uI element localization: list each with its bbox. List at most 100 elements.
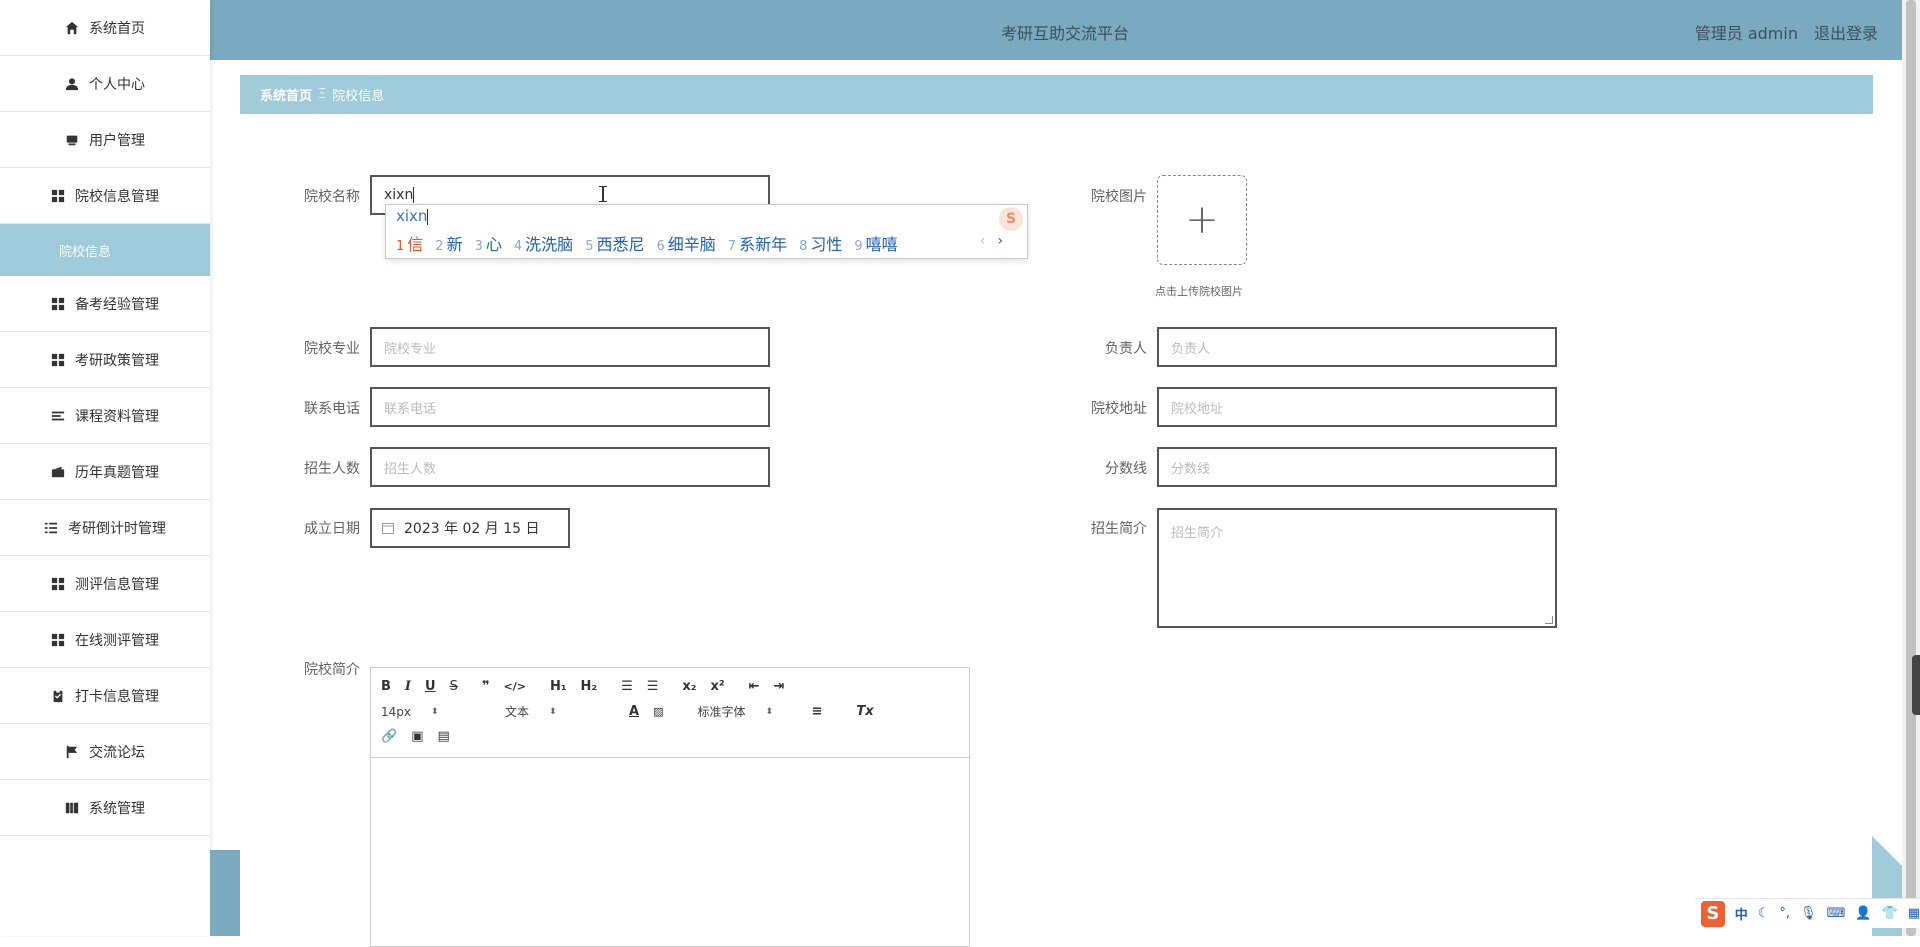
ime-candidate[interactable]: 7 系新年	[728, 231, 787, 255]
sidebar-item-system[interactable]: 系统管理	[0, 780, 210, 836]
chevron-right-icon[interactable]: ›	[997, 233, 1003, 249]
school-name-value: xixn	[384, 187, 414, 203]
intro-placeholder: 招生简介	[1171, 526, 1224, 541]
clear-format-icon[interactable]: Tx	[856, 704, 873, 719]
address-input[interactable]: 院校地址	[1157, 387, 1557, 427]
sidebar-item-profile[interactable]: 个人中心	[0, 56, 210, 112]
breadcrumb: 系统首页 Ξ 院校信息	[240, 75, 1873, 114]
score-label: 分数线	[1105, 461, 1147, 477]
heading1-icon[interactable]: H₁	[550, 679, 567, 694]
superscript-icon[interactable]: x²	[711, 679, 725, 694]
code-icon[interactable]: </>	[503, 680, 525, 693]
image-icon[interactable]: ▣	[411, 729, 423, 744]
major-input[interactable]: 院校专业	[370, 327, 770, 367]
flag-icon	[66, 745, 78, 758]
indent-icon[interactable]: ⇥	[774, 679, 785, 694]
ime-candidate[interactable]: 8 习性	[799, 231, 842, 255]
score-input[interactable]: 分数线	[1157, 447, 1557, 487]
breadcrumb-home[interactable]: 系统首页	[260, 85, 312, 104]
rich-text-editor: B I U S ❞ </> H₁ H₂ ☰ ☰ x₂ x² ⇤ ⇥ 14px ⬍ …	[370, 667, 970, 947]
list-icon	[51, 411, 65, 420]
manager-label: 负责人	[1105, 341, 1147, 357]
sidebar-item-home[interactable]: 系统首页	[0, 0, 210, 56]
chevron-left-icon[interactable]: ‹	[980, 233, 986, 249]
scrollbar-handle[interactable]	[1912, 655, 1920, 715]
ime-candidate-popup: xixn S 1信 2新 3心 4 洗洗脑 5 西悉尼 6 细辛脑 7 系新年 8 习性 …	[385, 204, 1028, 259]
outdent-icon[interactable]: ⇤	[749, 679, 760, 694]
intro-textarea[interactable]: 招生简介	[1157, 508, 1557, 628]
subscript-icon[interactable]: x₂	[682, 679, 696, 694]
user-icon[interactable]: 👤	[1855, 906, 1871, 921]
sidebar-item-online-test[interactable]: 在线测评管理	[0, 612, 210, 668]
align-icon[interactable]: ≡	[811, 704, 822, 719]
sidebar-item-label: 用户管理	[89, 132, 145, 149]
underline-icon[interactable]: U	[425, 679, 436, 694]
sidebar-item-school-info[interactable]: 院校信息	[0, 224, 210, 276]
sidebar-item-exam-experience[interactable]: 备考经验管理	[0, 276, 210, 332]
ime-candidate[interactable]: 2新	[435, 231, 462, 255]
video-icon[interactable]: ▤	[437, 729, 449, 744]
heading2-icon[interactable]: H₂	[581, 679, 598, 694]
sidebar-item-school-mgmt[interactable]: 院校信息管理	[0, 168, 210, 224]
plus-icon: +	[1185, 197, 1219, 243]
vertical-scrollbar[interactable]	[1902, 0, 1920, 936]
resize-handle[interactable]	[1545, 616, 1553, 624]
ime-candidate[interactable]: 3心	[475, 231, 502, 255]
ordered-list-icon[interactable]: ☰	[621, 679, 633, 694]
ime-candidate[interactable]: 5 西悉尼	[585, 231, 644, 255]
strike-icon[interactable]: S	[450, 679, 458, 694]
ime-candidate[interactable]: 9 嘻嘻	[854, 231, 897, 255]
moon-icon[interactable]: ☾	[1758, 906, 1770, 921]
sidebar-item-label: 测评信息管理	[75, 576, 159, 593]
keyboard-icon[interactable]: ⌨	[1827, 906, 1846, 921]
background-color-icon[interactable]: ▨	[653, 705, 663, 718]
blockquote-icon[interactable]: ❞	[482, 679, 490, 694]
enroll-input[interactable]: 招生人数	[370, 447, 770, 487]
current-user: 管理员 admin	[1694, 24, 1798, 43]
ime-candidate[interactable]: 6 细辛脑	[656, 231, 715, 255]
italic-icon[interactable]: I	[405, 679, 411, 694]
sidebar-item-users[interactable]: 用户管理	[0, 112, 210, 168]
ime-candidate[interactable]: 1信	[396, 231, 423, 255]
sidebar-item-course[interactable]: 课程资料管理	[0, 388, 210, 444]
font-family-select[interactable]: 标准字体 ⬍	[697, 703, 797, 720]
breadcrumb-current: 院校信息	[332, 89, 385, 104]
school-image-label: 院校图片	[1091, 189, 1147, 205]
font-color-icon[interactable]: A	[629, 704, 639, 719]
punctuation-icon[interactable]: °,	[1779, 906, 1790, 921]
font-size-select[interactable]: 14px ⬍	[381, 705, 471, 719]
bullet-list-icon[interactable]: ☰	[647, 679, 659, 694]
sidebar-item-label: 考研政策管理	[75, 352, 159, 369]
grid-icon	[51, 633, 65, 646]
users-icon	[66, 135, 78, 145]
phone-input[interactable]: 联系电话	[370, 387, 770, 427]
sidebar-item-label: 历年真题管理	[75, 464, 159, 481]
enroll-label: 招生人数	[304, 461, 360, 477]
sidebar-item-past-exams[interactable]: 历年真题管理	[0, 444, 210, 500]
ime-candidates: 1信 2新 3心 4 洗洗脑 5 西悉尼 6 细辛脑 7 系新年 8 习性 9 嘻嘻	[396, 231, 898, 255]
manager-input[interactable]: 负责人	[1157, 327, 1557, 367]
logout-link[interactable]: 退出登录	[1814, 20, 1878, 44]
sidebar-item-countdown[interactable]: 考研倒计时管理	[0, 500, 210, 556]
image-upload-button[interactable]: +	[1157, 175, 1247, 265]
ime-pinyin: xixn	[396, 207, 429, 225]
ime-candidate[interactable]: 4 洗洗脑	[514, 231, 573, 255]
decorative-shape	[210, 850, 240, 936]
ime-logo-icon[interactable]: S	[1701, 900, 1725, 927]
grid-icon	[51, 353, 65, 366]
app-title: 考研互助交流平台	[1000, 24, 1129, 43]
grid-icon[interactable]: ▦	[1908, 906, 1920, 921]
block-type-select[interactable]: 文本 ⬍	[505, 703, 595, 720]
scrollbar-thumb[interactable]	[1906, 0, 1916, 936]
sidebar-item-forum[interactable]: 交流论坛	[0, 724, 210, 780]
bold-icon[interactable]: B	[381, 679, 391, 694]
sidebar-item-policy[interactable]: 考研政策管理	[0, 332, 210, 388]
shirt-icon[interactable]: 👕	[1882, 906, 1898, 921]
date-picker[interactable]: 2023 年 02 月 15 日	[370, 508, 570, 548]
user-area: 管理员 admin 退出登录	[1695, 20, 1878, 44]
sidebar-item-assessment[interactable]: 测评信息管理	[0, 556, 210, 612]
link-icon[interactable]: 🔗	[381, 729, 397, 744]
ime-mode-icon[interactable]: 中	[1735, 904, 1748, 923]
microphone-icon[interactable]: 🎙	[1800, 906, 1817, 921]
sidebar-item-checkin[interactable]: 打卡信息管理	[0, 668, 210, 724]
